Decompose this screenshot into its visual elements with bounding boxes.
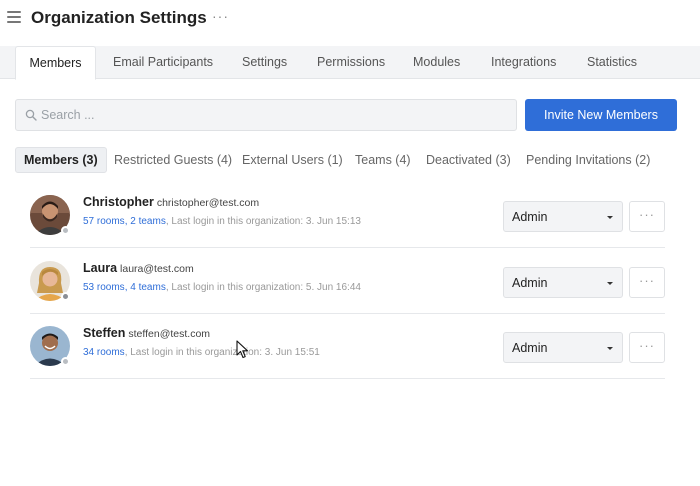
tab-modules[interactable]: Modules bbox=[413, 46, 460, 79]
member-name: Steffen steffen@test.com bbox=[83, 326, 210, 340]
rooms-link[interactable]: 57 rooms bbox=[83, 216, 125, 227]
title-more-icon[interactable]: ··· bbox=[212, 8, 229, 24]
presence-indicator bbox=[61, 292, 70, 301]
last-login-text: , Last login in this organization: 5. Ju… bbox=[165, 282, 361, 293]
tab-integrations[interactable]: Integrations bbox=[491, 46, 556, 79]
role-value: Admin bbox=[512, 276, 548, 290]
organization-settings-page: Organization Settings ··· Members Email … bbox=[0, 0, 700, 486]
rooms-link[interactable]: 34 rooms bbox=[83, 347, 125, 358]
member-more-button[interactable]: ··· bbox=[629, 332, 665, 363]
member-meta: 53 rooms, 4 teams, Last login in this or… bbox=[83, 282, 361, 293]
member-name-text: Laura bbox=[83, 261, 118, 275]
last-login-text: , Last login in this organization: 3. Ju… bbox=[124, 347, 320, 358]
role-value: Admin bbox=[512, 210, 548, 224]
member-meta: 57 rooms, 2 teams, Last login in this or… bbox=[83, 216, 361, 227]
tab-permissions[interactable]: Permissions bbox=[317, 46, 385, 79]
tab-members[interactable]: Members bbox=[15, 46, 96, 80]
teams-link[interactable]: 2 teams bbox=[130, 216, 166, 227]
role-select[interactable]: Admin bbox=[503, 201, 623, 232]
settings-tab-bar: Members Email Participants Settings Perm… bbox=[0, 46, 700, 80]
role-select[interactable]: Admin bbox=[503, 332, 623, 363]
member-more-button[interactable]: ··· bbox=[629, 201, 665, 232]
member-email: laura@test.com bbox=[120, 263, 194, 275]
tab-email-participants[interactable]: Email Participants bbox=[113, 46, 213, 79]
caret-down-icon bbox=[607, 347, 613, 350]
role-select[interactable]: Admin bbox=[503, 267, 623, 298]
caret-down-icon bbox=[607, 216, 613, 219]
member-more-button[interactable]: ··· bbox=[629, 267, 665, 298]
subtab-pending-invitations[interactable]: Pending Invitations (2) bbox=[526, 147, 650, 173]
member-name-text: Steffen bbox=[83, 326, 126, 340]
member-meta: 34 rooms, Last login in this organizatio… bbox=[83, 347, 320, 358]
member-search bbox=[15, 99, 517, 131]
last-login-text: , Last login in this organization: 3. Ju… bbox=[165, 216, 361, 227]
member-name: Laura laura@test.com bbox=[83, 261, 194, 275]
tab-statistics[interactable]: Statistics bbox=[587, 46, 637, 79]
mouse-cursor-icon bbox=[236, 340, 249, 359]
member-name-text: Christopher bbox=[83, 195, 154, 209]
caret-down-icon bbox=[607, 282, 613, 285]
subtab-deactivated[interactable]: Deactivated (3) bbox=[426, 147, 511, 173]
member-row[interactable]: Christopher christopher@test.com 57 rooms… bbox=[30, 182, 665, 248]
subtab-external-users[interactable]: External Users (1) bbox=[242, 147, 343, 173]
presence-indicator bbox=[61, 357, 70, 366]
member-name: Christopher christopher@test.com bbox=[83, 195, 259, 209]
page-header: Organization Settings ··· bbox=[0, 0, 700, 38]
role-value: Admin bbox=[512, 341, 548, 355]
teams-link[interactable]: 4 teams bbox=[130, 282, 166, 293]
page-title: Organization Settings bbox=[31, 8, 207, 27]
hamburger-menu-icon[interactable] bbox=[7, 11, 21, 25]
invite-new-members-button[interactable]: Invite New Members bbox=[525, 99, 677, 131]
member-email: christopher@test.com bbox=[156, 197, 260, 209]
presence-indicator bbox=[61, 226, 70, 235]
search-icon bbox=[25, 109, 37, 121]
subtab-members[interactable]: Members (3) bbox=[15, 147, 107, 173]
member-row[interactable]: Laura laura@test.com 53 rooms, 4 teams, L… bbox=[30, 248, 665, 314]
member-row[interactable]: Steffen steffen@test.com 34 rooms, Last l… bbox=[30, 313, 665, 379]
rooms-link[interactable]: 53 rooms bbox=[83, 282, 125, 293]
subtab-restricted-guests[interactable]: Restricted Guests (4) bbox=[114, 147, 232, 173]
tab-settings[interactable]: Settings bbox=[242, 46, 287, 79]
search-input[interactable] bbox=[41, 100, 501, 130]
subtab-teams[interactable]: Teams (4) bbox=[355, 147, 411, 173]
member-email: steffen@test.com bbox=[128, 328, 211, 340]
